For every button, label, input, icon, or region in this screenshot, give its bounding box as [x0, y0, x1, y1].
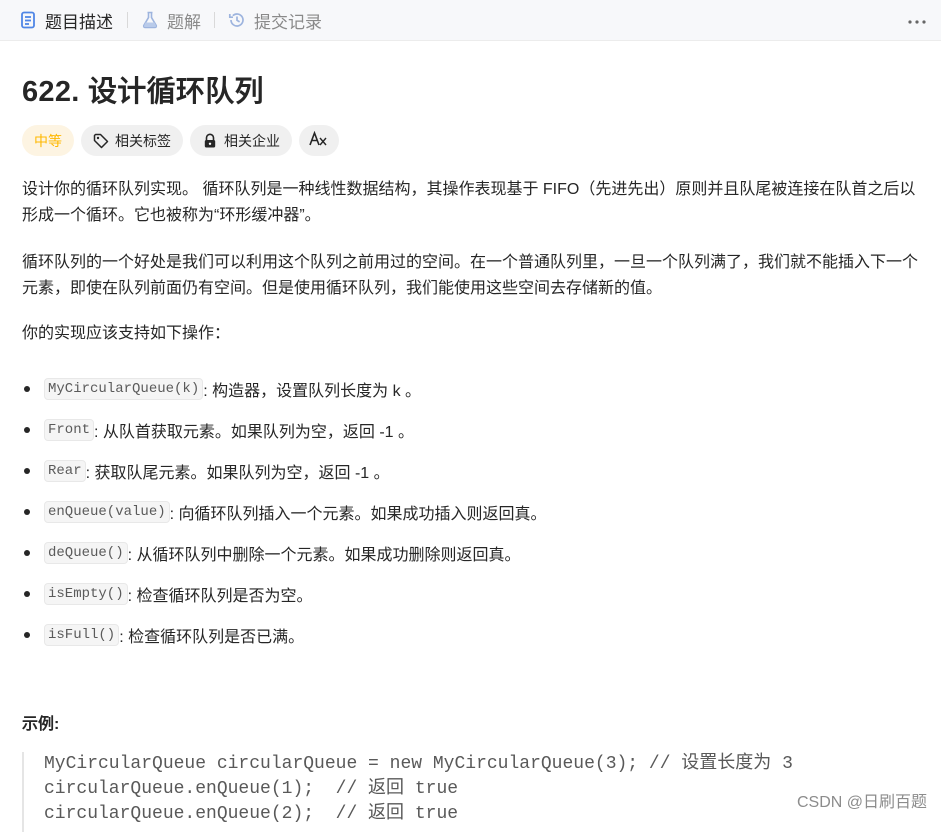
operation-text: : 检查循环队列是否为空。 — [127, 587, 313, 605]
more-dots-icon — [908, 11, 926, 29]
bullet — [24, 631, 30, 638]
related-tags-label: 相关标签 — [115, 132, 171, 149]
problem-title: 622. 设计循环队列 — [22, 76, 264, 108]
tab-submissions[interactable]: 提交记录 — [227, 0, 322, 40]
inline-code: Rear — [44, 459, 86, 482]
problem-tags: 中等 相关标签 相关企业 — [22, 125, 339, 156]
code-line: circularQueue.enQueue(2); // 返回 true — [44, 804, 459, 824]
lock-icon — [202, 133, 218, 149]
list-item: isEmpty() : 检查循环队列是否为空。 — [22, 573, 547, 614]
inline-code: enQueue(value) — [44, 500, 170, 523]
tab-bar: 题目描述 题解 提交记录 — [0, 0, 941, 41]
bullet — [24, 385, 30, 392]
tag-icon — [93, 133, 109, 149]
operation-text: : 从队首获取元素。如果队列为空，返回 -1 。 — [94, 423, 415, 441]
list-item: enQueue(value) : 向循环队列插入一个元素。如果成功插入则返回真。 — [22, 491, 547, 532]
code-line: circularQueue.enQueue(1); // 返回 true — [44, 779, 459, 799]
history-icon — [227, 10, 247, 30]
translate-icon — [309, 130, 329, 150]
list-item: MyCircularQueue(k) : 构造器，设置队列长度为 k 。 — [22, 368, 547, 409]
list-item: Rear : 获取队尾元素。如果队列为空，返回 -1 。 — [22, 450, 547, 491]
bullet — [24, 426, 30, 433]
related-companies-label: 相关企业 — [224, 132, 280, 149]
list-item: isFull() : 检查循环队列是否已满。 — [22, 614, 547, 655]
tab-submissions-label: 提交记录 — [254, 12, 322, 32]
operations-list: MyCircularQueue(k) : 构造器，设置队列长度为 k 。 Fro… — [22, 368, 547, 655]
watermark: CSDN @日刷百题 — [796, 794, 927, 811]
difficulty-badge: 中等 — [22, 125, 74, 156]
description-paragraph: 设计你的循环队列实现。 循环队列是一种线性数据结构，其操作表现基于 FIFO（先… — [22, 181, 916, 224]
related-companies-button[interactable]: 相关企业 — [190, 125, 292, 156]
bullet — [24, 467, 30, 474]
operation-text: : 检查循环队列是否已满。 — [119, 628, 305, 646]
bullet — [24, 508, 30, 515]
tab-divider — [127, 12, 128, 28]
inline-code: isEmpty() — [44, 582, 128, 605]
code-line: MyCircularQueue circularQueue = new MyCi… — [44, 754, 793, 774]
operation-text: : 从循环队列中删除一个元素。如果成功删除则返回真。 — [127, 546, 521, 564]
example-heading: 示例: — [22, 716, 60, 733]
operation-text: : 获取队尾元素。如果队列为空，返回 -1 。 — [85, 464, 390, 482]
list-item: Front : 从队首获取元素。如果队列为空，返回 -1 。 — [22, 409, 547, 450]
operation-text: : 构造器，设置队列长度为 k 。 — [203, 382, 422, 400]
tab-description[interactable]: 题目描述 — [18, 0, 113, 40]
description-icon — [18, 10, 38, 30]
related-tags-button[interactable]: 相关标签 — [81, 125, 183, 156]
bullet — [24, 590, 30, 597]
tab-description-label: 题目描述 — [45, 12, 113, 32]
operation-text: : 向循环队列插入一个元素。如果成功插入则返回真。 — [169, 505, 547, 523]
inline-code: isFull() — [44, 623, 120, 646]
inline-code: MyCircularQueue(k) — [44, 377, 204, 400]
translate-button[interactable] — [299, 125, 339, 156]
more-options-button[interactable] — [903, 6, 931, 34]
tab-solutions-label: 题解 — [167, 12, 201, 32]
list-item: deQueue() : 从循环队列中删除一个元素。如果成功删除则返回真。 — [22, 532, 547, 573]
tab-solutions[interactable]: 题解 — [140, 0, 201, 40]
example-code-block: MyCircularQueue circularQueue = new MyCi… — [22, 752, 927, 832]
inline-code: deQueue() — [44, 541, 128, 564]
tab-divider — [214, 12, 215, 28]
description-paragraph: 循环队列的一个好处是我们可以利用这个队列之前用过的空间。在一个普通队列里，一旦一… — [22, 254, 919, 297]
inline-code: Front — [44, 418, 95, 441]
flask-icon — [140, 10, 160, 30]
bullet — [24, 549, 30, 556]
operations-intro: 你的实现应该支持如下操作： — [22, 325, 231, 342]
